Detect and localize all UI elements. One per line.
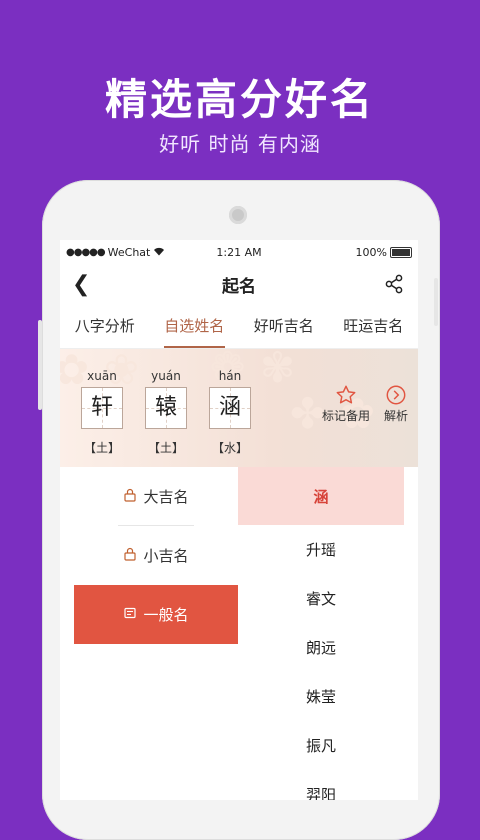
back-icon[interactable]: ❮ [72, 272, 90, 297]
lock-icon [123, 547, 137, 565]
char-pinyin: yuán [151, 369, 181, 383]
name-item[interactable]: 升瑶 [238, 525, 404, 574]
tab-nice-names[interactable]: 好听吉名 [239, 304, 329, 348]
name-char-card: xuān 轩 【土】 [78, 369, 126, 456]
status-bar: ●●●●● WeChat 1:21 AM 100% [60, 240, 418, 264]
name-chars: xuān 轩 【土】 yuán 辕 【土】 hán 涵 【水】 [78, 369, 254, 456]
name-actions: 标记备用 解析 [322, 383, 408, 424]
navbar: ❮ 起名 [60, 264, 418, 304]
category-item-great[interactable]: 大吉名 [74, 467, 238, 526]
bookmark-label: 标记备用 [321, 409, 370, 423]
char-pinyin: hán [218, 369, 242, 383]
signal-icon: ●●●●● [66, 246, 106, 258]
char-element: 【土】 [147, 441, 184, 455]
chevron-right-circle-icon [384, 383, 408, 407]
bookmark-button[interactable]: 标记备用 [322, 383, 370, 424]
analyze-button[interactable]: 解析 [384, 383, 408, 424]
share-icon[interactable] [384, 274, 404, 294]
tab-bazi[interactable]: 八字分析 [60, 304, 150, 348]
name-item[interactable]: 振凡 [238, 721, 404, 770]
promo-headline: 精选高分好名 [104, 75, 375, 124]
char-pinyin: xuān [87, 369, 117, 383]
battery-label: 100% [355, 245, 387, 259]
lock-icon [123, 488, 137, 506]
category-item-normal[interactable]: 一般名 [74, 585, 238, 644]
battery-icon [390, 246, 412, 258]
name-item[interactable]: 睿文 [238, 574, 404, 623]
speaker-icon [229, 206, 247, 224]
promo-subline: 好听 时尚 有内涵 [159, 132, 321, 156]
char-box: 涵 [209, 387, 251, 429]
char-element: 【土】 [83, 441, 120, 455]
category-label: 小吉名 [143, 547, 189, 565]
name-item[interactable]: 涵 [238, 467, 404, 525]
char-box: 轩 [81, 387, 123, 429]
category-label: 一般名 [143, 606, 189, 624]
name-results: 涵 升瑶 睿文 朗远 姝莹 振凡 羿阳 [238, 467, 404, 800]
name-char-card: yuán 辕 【土】 [142, 369, 190, 456]
char-glyph: 涵 [218, 395, 241, 420]
phone-side-button [434, 278, 438, 326]
app-screen: ●●●●● WeChat 1:21 AM 100% ❮ 起名 八字分析 自选姓名 [60, 240, 418, 800]
wifi-icon [153, 246, 165, 259]
phone-side-button [38, 320, 42, 410]
tab-bar: 八字分析 自选姓名 好听吉名 旺运吉名 [60, 304, 418, 349]
category-item-good[interactable]: 小吉名 [74, 526, 238, 585]
char-glyph: 辕 [154, 395, 177, 420]
name-item[interactable]: 羿阳 [238, 770, 404, 800]
char-glyph: 轩 [90, 395, 113, 420]
char-element: 【水】 [211, 441, 248, 455]
name-item[interactable]: 朗远 [238, 623, 404, 672]
name-banner: ✿ ❀ ❁ ✾ ✤ ✿ xuān 轩 【土】 yuán 辕 【土】 hán 涵 … [60, 349, 418, 467]
carrier-label: WeChat [107, 245, 151, 259]
page-title: 起名 [222, 276, 256, 297]
note-icon [123, 606, 137, 624]
name-list-panel: 大吉名 小吉名 一般名 涵 升瑶 睿文 朗远 姝莹 振凡 羿阳 [74, 467, 404, 800]
category-label: 大吉名 [143, 488, 189, 506]
char-box: 辕 [145, 387, 187, 429]
category-list: 大吉名 小吉名 一般名 [74, 467, 238, 800]
name-item[interactable]: 姝莹 [238, 672, 404, 721]
tab-lucky-names[interactable]: 旺运吉名 [329, 304, 419, 348]
name-char-card: hán 涵 【水】 [206, 369, 254, 456]
star-icon [322, 383, 370, 407]
tab-self-select[interactable]: 自选姓名 [150, 304, 240, 348]
analyze-label: 解析 [383, 409, 408, 423]
